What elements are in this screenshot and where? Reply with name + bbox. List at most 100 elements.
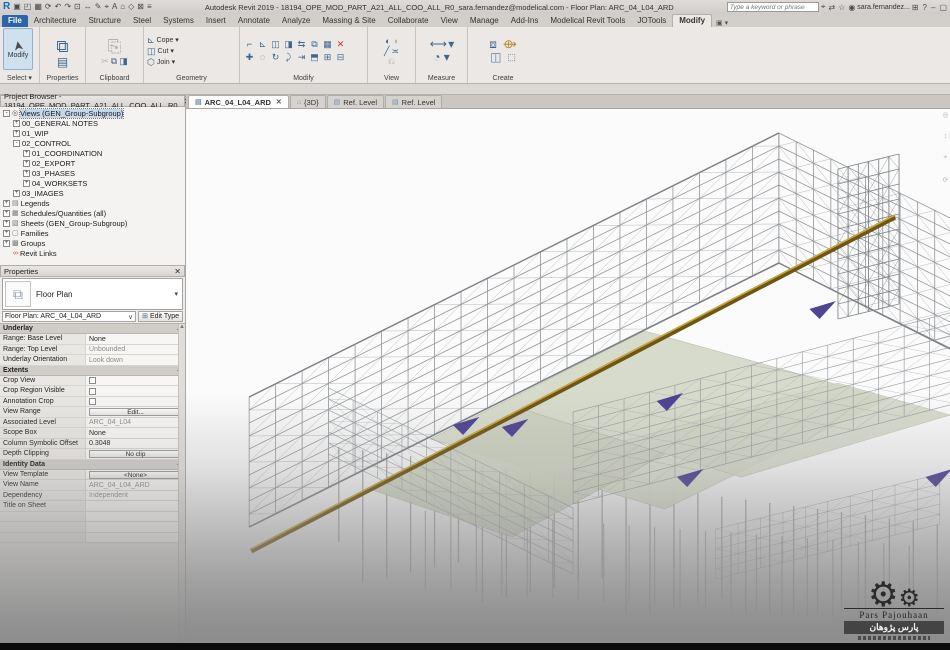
properties-palette-icon[interactable]: ⧉ bbox=[56, 37, 68, 56]
property-value[interactable]: Edit... bbox=[86, 407, 185, 417]
property-value[interactable] bbox=[86, 512, 185, 522]
view-tab-3[interactable]: ▤Ref. Level bbox=[385, 95, 442, 108]
clipboard-panel-label[interactable]: Clipboard bbox=[86, 75, 143, 83]
modify-tool-icon-4[interactable]: ⇆ bbox=[298, 39, 306, 49]
tree-item-families[interactable]: +▢Families bbox=[0, 228, 185, 238]
type-selector-dropdown-icon[interactable]: ▾ bbox=[174, 290, 180, 298]
tree-expander-icon[interactable]: + bbox=[3, 240, 10, 247]
ribbon-tab-view[interactable]: View bbox=[435, 15, 464, 27]
3d-model-viewport[interactable]: ◎ ↕ ⌖ ⟳ bbox=[186, 109, 950, 643]
modify-tool-icon-0[interactable]: ⌐ bbox=[247, 39, 252, 49]
property-value[interactable]: ARC_04_L04 bbox=[86, 418, 185, 428]
modify-tool-icon-8[interactable]: ✚ bbox=[246, 52, 254, 62]
tree-item-revit-links[interactable]: ∞Revit Links bbox=[0, 248, 185, 258]
tree-expander-icon[interactable]: + bbox=[3, 230, 10, 237]
properties-close-icon[interactable]: ✕ bbox=[174, 267, 181, 276]
tree-item-groups[interactable]: +▩Groups bbox=[0, 238, 185, 248]
ribbon-tab-modelical-revit-tools[interactable]: Modelical Revit Tools bbox=[544, 15, 631, 27]
tree-item-sheets-gen-group-subgroup-[interactable]: +▧Sheets (GEN_Group-Subgroup) bbox=[0, 218, 185, 228]
clip-icon[interactable]: ⎌ bbox=[388, 56, 395, 66]
create-panel-label[interactable]: Create bbox=[468, 75, 538, 83]
help-search-input[interactable] bbox=[727, 2, 819, 12]
view-panel-label[interactable]: View bbox=[368, 75, 415, 83]
tree-expander-icon[interactable]: + bbox=[3, 220, 10, 227]
tree-expander-icon[interactable]: + bbox=[23, 180, 30, 187]
modify-tool-icon-11[interactable]: ⤸ bbox=[286, 52, 291, 62]
tree-expander-icon[interactable]: + bbox=[23, 160, 30, 167]
qat-measure-icon[interactable]: ↔ bbox=[84, 2, 92, 12]
ribbon-tab-manage[interactable]: Manage bbox=[464, 15, 505, 27]
modify-tool-icon-14[interactable]: ⊞ bbox=[324, 52, 332, 62]
cut-button[interactable]: ◫Cut ▾ bbox=[147, 46, 236, 56]
ribbon-tab-massing-site[interactable]: Massing & Site bbox=[316, 15, 381, 27]
restore-icon[interactable]: ▢ bbox=[939, 3, 947, 12]
qat-print-icon[interactable]: ⊡ bbox=[74, 2, 81, 12]
qat-revit-logo[interactable]: R bbox=[3, 2, 10, 12]
view-tab-2[interactable]: ▤Ref. Level bbox=[327, 95, 384, 108]
qat-redo-icon[interactable]: ↷ bbox=[64, 2, 71, 12]
tree-item-01-wip[interactable]: +01_WIP bbox=[0, 128, 185, 138]
dimension-icon[interactable]: ◔ ▾ bbox=[433, 51, 450, 64]
tree-item-01-coordination[interactable]: +01_COORDINATION bbox=[0, 148, 185, 158]
ribbon-tab-jotools[interactable]: JOTools bbox=[631, 15, 672, 27]
tree-expander-icon[interactable]: + bbox=[13, 130, 20, 137]
minimize-icon[interactable]: – bbox=[931, 3, 935, 12]
help-icon[interactable]: ? bbox=[923, 3, 927, 12]
qat-undo-icon[interactable]: ↶ bbox=[55, 2, 62, 12]
zoom-icon[interactable]: ⌖ bbox=[944, 154, 948, 162]
ribbon-tab-collaborate[interactable]: Collaborate bbox=[382, 15, 435, 27]
qat-default-3d-view-icon[interactable]: ⌂ bbox=[120, 2, 125, 12]
tree-expander-icon[interactable]: + bbox=[23, 150, 30, 157]
modify-tool-icon-10[interactable]: ↻ bbox=[272, 52, 280, 62]
property-value[interactable]: ARC_04_L04_ARD bbox=[86, 480, 185, 490]
orbit-icon[interactable]: ⟳ bbox=[943, 176, 949, 184]
ribbon-tab-analyze[interactable]: Analyze bbox=[276, 15, 316, 27]
create-similar-icon[interactable]: ◫ bbox=[490, 51, 501, 64]
tree-item-00-general-notes[interactable]: +00_GENERAL NOTES bbox=[0, 118, 185, 128]
pan-icon[interactable]: ↕ bbox=[944, 133, 948, 140]
qat-text-icon[interactable]: A bbox=[112, 2, 117, 12]
ribbon-tab-file[interactable]: File bbox=[2, 15, 28, 27]
property-value[interactable] bbox=[86, 533, 185, 543]
ribbon-tab-steel[interactable]: Steel bbox=[127, 15, 157, 27]
steering-wheel-icon[interactable]: ◎ bbox=[942, 111, 948, 119]
property-value[interactable]: None bbox=[86, 428, 185, 438]
modify-tool-icon-13[interactable]: ⬒ bbox=[310, 52, 319, 62]
cut-to-clipboard-icon[interactable]: ✂ bbox=[101, 56, 109, 66]
type-selector[interactable]: ⧉ Floor Plan ▾ bbox=[2, 278, 183, 310]
copy-to-clipboard-icon[interactable]: ⧉ bbox=[111, 56, 117, 66]
subscription-icon[interactable]: ⇄ bbox=[828, 3, 835, 12]
modify-panel-label[interactable]: Modify bbox=[240, 75, 367, 83]
property-value[interactable] bbox=[86, 386, 185, 396]
create-assembly-icon[interactable]: ⬚ bbox=[507, 52, 516, 62]
qat-save-icon[interactable]: ▦ bbox=[34, 2, 42, 12]
modify-tool-icon-7[interactable]: ✕ bbox=[337, 39, 345, 49]
search-icon[interactable]: ⌖ bbox=[821, 2, 826, 12]
user-icon[interactable]: ◉ bbox=[848, 3, 855, 12]
property-button[interactable]: <None> bbox=[89, 471, 182, 479]
qat-close-hidden-windows-icon[interactable]: ⊠ bbox=[137, 2, 144, 12]
tree-item-02-export[interactable]: +02_EXPORT bbox=[0, 158, 185, 168]
tree-expander-icon[interactable]: - bbox=[3, 110, 10, 117]
override-icon[interactable]: ≍ bbox=[391, 46, 399, 56]
qat-sync-icon[interactable]: ⟳ bbox=[45, 2, 52, 12]
modify-tool-icon-1[interactable]: ⊾ bbox=[259, 39, 267, 49]
cope-button[interactable]: ⊾Cope ▾ bbox=[147, 35, 236, 45]
ribbon-tab-systems[interactable]: Systems bbox=[157, 15, 200, 27]
property-value[interactable] bbox=[86, 376, 185, 386]
hide-icon[interactable]: ◑ bbox=[393, 36, 398, 46]
modify-tool-button[interactable]: ➤ Modify bbox=[3, 28, 33, 70]
ribbon-tab-insert[interactable]: Insert bbox=[200, 15, 232, 27]
tree-expander-icon[interactable]: + bbox=[23, 170, 30, 177]
properties-scrollbar[interactable]: ▲ bbox=[178, 324, 185, 643]
create-group-icon[interactable]: ⟴ bbox=[503, 38, 517, 51]
modify-tool-icon-15[interactable]: ⊟ bbox=[337, 52, 345, 62]
property-button[interactable]: No clip bbox=[89, 450, 182, 458]
tree-item-03-images[interactable]: +03_IMAGES bbox=[0, 188, 185, 198]
property-value[interactable]: <None> bbox=[86, 470, 185, 480]
ribbon-tab-add-ins[interactable]: Add-Ins bbox=[505, 15, 545, 27]
modify-tool-icon-2[interactable]: ◫ bbox=[271, 39, 280, 49]
qat-aligned-dimension-icon[interactable]: ✎ bbox=[95, 2, 102, 12]
qat-app-window-icon[interactable]: ▣ bbox=[13, 2, 21, 12]
modify-tool-icon-3[interactable]: ◨ bbox=[284, 39, 293, 49]
